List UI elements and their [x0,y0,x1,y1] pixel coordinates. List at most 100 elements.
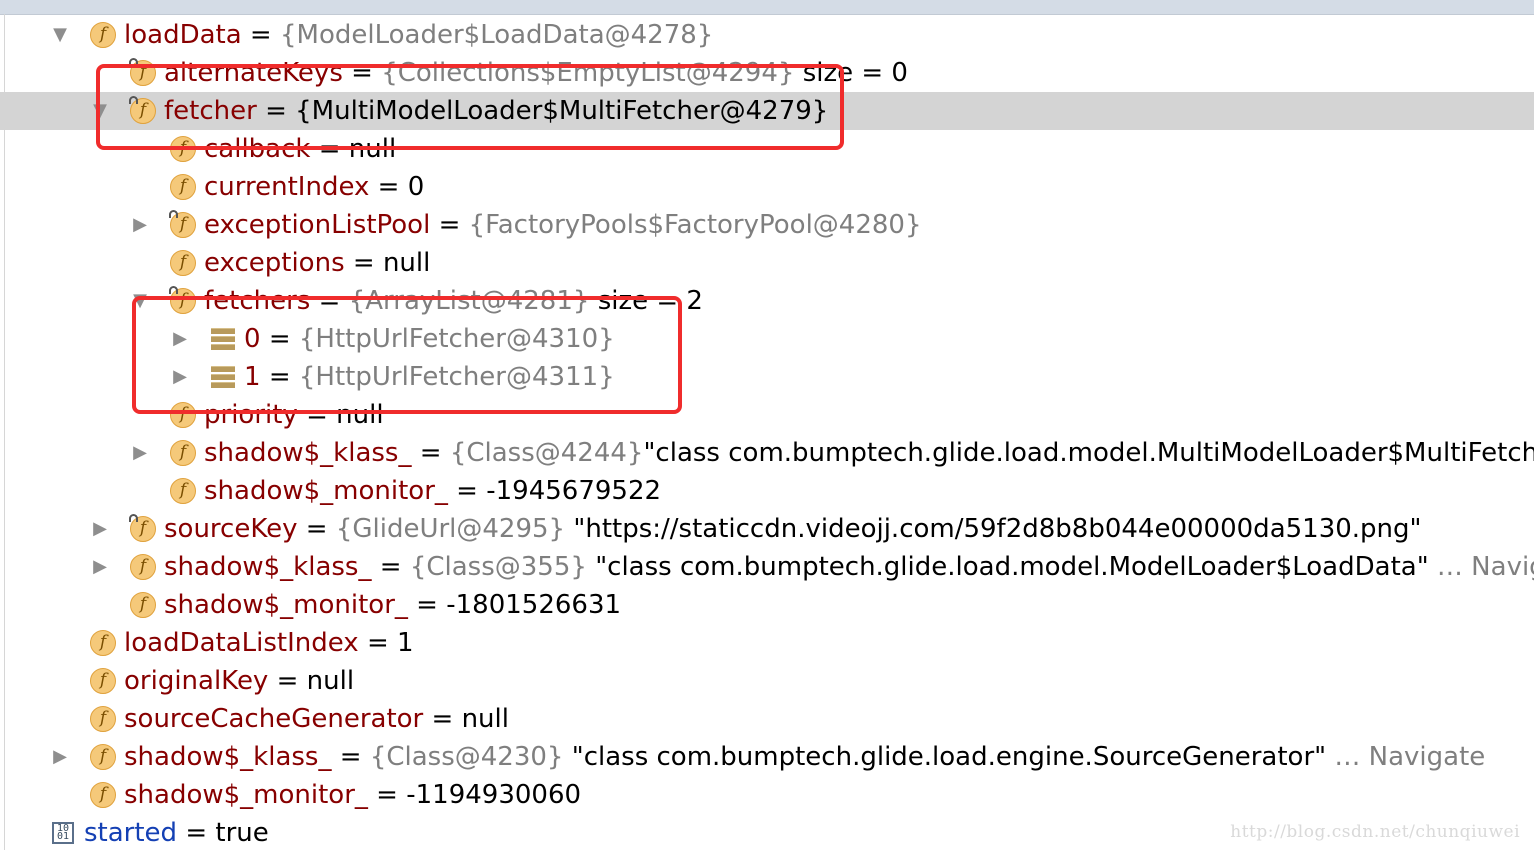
variable-name: priority [204,400,298,430]
variable-value: -1801526631 [446,590,622,620]
tree-row-fetchers-1[interactable]: ▶ 1 = {HttpUrlFetcher@4311} [0,358,1534,396]
variable-value: null [348,134,397,164]
field-icon: f [90,668,116,694]
variable-name: alternateKeys [164,58,343,88]
variable-value: {MultiModelLoader$MultiFetcher@4279} [295,96,829,126]
collapsed-arrow-icon[interactable]: ▶ [130,434,150,472]
tree-row-shadow-monitor[interactable]: f shadow$_monitor_ = -1801526631 [0,586,1534,624]
field-icon: f [169,210,196,238]
tree-row-shadow-monitor[interactable]: f shadow$_monitor_ = -1945679522 [0,472,1534,510]
expanded-arrow-icon[interactable]: ▼ [130,282,150,320]
tree-row-fetchers-0[interactable]: ▶ 0 = {HttpUrlFetcher@4310} [0,320,1534,358]
array-element-icon [211,326,237,352]
tree-row-fetchers[interactable]: ▼ f fetchers = {ArrayList@4281} size = 2 [0,282,1534,320]
variable-ref: {Class@4244} [449,438,644,468]
variable-ref: {Class@355} [409,552,587,582]
collapsed-arrow-icon[interactable]: ▶ [90,548,110,586]
variable-value: null [382,248,431,278]
field-icon: f [170,402,196,428]
tree-row-sourcecachegenerator[interactable]: f sourceCacheGenerator = null [0,700,1534,738]
variable-value: -1945679522 [486,476,662,506]
tree-row-shadow-klass[interactable]: ▶ f shadow$_klass_ = {Class@4244}"class … [0,434,1534,472]
variable-name: exceptionListPool [204,210,431,240]
field-icon: f [129,96,156,124]
tree-row-originalkey[interactable]: f originalKey = null [0,662,1534,700]
collapsed-arrow-icon[interactable]: ▶ [170,320,190,358]
tree-row-shadow-monitor[interactable]: f shadow$_monitor_ = -1194930060 [0,776,1534,814]
array-element-icon [211,364,237,390]
expanded-arrow-icon[interactable]: ▼ [90,92,110,130]
field-icon: f [129,58,156,86]
variable-value: true [215,818,269,848]
variable-name: fetcher [164,96,257,126]
navigate-link[interactable]: … Navigate [1334,742,1485,772]
variable-ref: {GlideUrl@4295} [335,514,566,544]
field-icon: f [90,744,116,770]
variable-ref: {HttpUrlFetcher@4311} [298,362,615,392]
watermark: http://blog.csdn.net/chunqiuwei [1230,822,1520,842]
collapsed-arrow-icon[interactable]: ▶ [130,206,150,244]
variables-tree[interactable]: ▼ f loadData = {ModelLoader$LoadData@427… [0,16,1534,852]
tree-row-loaddata[interactable]: ▼ f loadData = {ModelLoader$LoadData@427… [0,16,1534,54]
variable-value: size = 0 [802,58,908,88]
variable-value: null [306,666,355,696]
collapsed-arrow-icon[interactable]: ▶ [170,358,190,396]
field-icon: f [90,706,116,732]
variable-name: shadow$_klass_ [124,742,332,772]
variable-value: 0 [407,172,425,202]
field-icon: f [169,286,196,314]
tree-row-loaddatalistindex[interactable]: f loadDataListIndex = 1 [0,624,1534,662]
variable-ref: {ArrayList@4281} [348,286,590,316]
variable-name: started [84,818,178,848]
variable-value: "class com.bumptech.glide.load.model.Mul… [643,438,1534,468]
variable-name: shadow$_monitor_ [124,780,368,810]
window-top-bar [0,0,1534,15]
variable-ref: {FactoryPools$FactoryPool@4280} [468,210,922,240]
field-icon: f [170,250,196,276]
variable-name: shadow$_klass_ [204,438,412,468]
variable-name: loadData [124,20,242,50]
navigate-link[interactable]: … Navigate [1437,552,1534,582]
field-icon: f [170,174,196,200]
variable-name: shadow$_monitor_ [204,476,448,506]
variable-name: loadDataListIndex [124,628,359,658]
variable-name: exceptions [204,248,345,278]
field-icon: f [90,630,116,656]
field-icon: f [170,136,196,162]
variable-name: shadow$_monitor_ [164,590,408,620]
tree-row-callback[interactable]: f callback = null [0,130,1534,168]
variable-name: currentIndex [204,172,370,202]
tree-row-shadow-klass[interactable]: ▶ f shadow$_klass_ = {Class@4230} "class… [0,738,1534,776]
variable-name: 1 [244,362,261,392]
field-icon: f [129,514,156,542]
field-icon: f [170,440,196,466]
variable-name: originalKey [124,666,269,696]
variable-ref: {Class@4230} [369,742,564,772]
tree-row-sourcekey[interactable]: ▶ f sourceKey = {GlideUrl@4295} "https:/… [0,510,1534,548]
tree-row-alternatekeys[interactable]: f alternateKeys = {Collections$EmptyList… [0,54,1534,92]
variable-name: callback [204,134,311,164]
variable-value: null [336,400,384,430]
variable-name: sourceKey [164,514,298,544]
collapsed-arrow-icon[interactable]: ▶ [90,510,110,548]
field-icon: f [90,782,116,808]
variable-value: "https://staticcdn.videojj.com/59f2d8b8b… [573,514,1422,544]
variable-value: -1194930060 [406,780,582,810]
variable-ref: {HttpUrlFetcher@4310} [298,324,615,354]
expanded-arrow-icon[interactable]: ▼ [50,16,70,54]
field-icon: f [90,22,116,48]
tree-row-fetcher[interactable]: ▼ f fetcher = {MultiModelLoader$MultiFet… [0,92,1534,130]
tree-row-shadow-klass[interactable]: ▶ f shadow$_klass_ = {Class@355} "class … [0,548,1534,586]
tree-row-priority[interactable]: f priority = null [0,396,1534,434]
variable-value: "class com.bumptech.glide.load.engine.So… [571,742,1327,772]
variable-value: size = 2 [597,286,703,316]
collapsed-arrow-icon[interactable]: ▶ [50,738,70,776]
variable-value: null [461,704,509,734]
boolean-icon: 10 01 [52,820,78,846]
variable-value: 1 [397,628,414,658]
variable-name: 0 [244,324,261,354]
field-icon: f [130,592,156,618]
tree-row-exceptions[interactable]: f exceptions = null [0,244,1534,282]
tree-row-currentindex[interactable]: f currentIndex = 0 [0,168,1534,206]
tree-row-exceptionlistpool[interactable]: ▶ f exceptionListPool = {FactoryPools$Fa… [0,206,1534,244]
